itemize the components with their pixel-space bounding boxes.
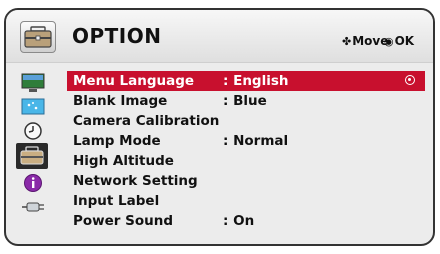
menu-item-label: Lamp Mode (73, 133, 161, 149)
info-icon[interactable] (21, 173, 45, 193)
menu-item-network-setting[interactable]: Network Setting (67, 171, 425, 191)
ok-hint: ◉OK (384, 34, 414, 48)
menu-item-blank-image[interactable]: Blank Image : Blue (67, 91, 425, 111)
four-way-arrow-icon: ✤ (342, 35, 352, 48)
option-category-selected[interactable] (16, 143, 48, 169)
menu-item-label: Network Setting (73, 173, 198, 189)
osd-menu-window: OPTION ✤Move ◉OK Menu Language: English… (4, 8, 435, 246)
menu-item-label: Input Label (73, 193, 160, 209)
menu-item-lamp-mode[interactable]: Lamp Mode : Normal (67, 131, 425, 151)
menu-item-power-sound[interactable]: Power Sound : On (67, 211, 425, 231)
category-sidebar (6, 63, 58, 244)
ok-hint-label: OK (394, 34, 415, 48)
menu-title: OPTION (72, 24, 162, 48)
option-menu-list: Menu Language : English Blank Image : Bl… (67, 63, 425, 244)
screen-icon[interactable] (21, 97, 45, 117)
menu-item-label: Power Sound (73, 213, 174, 229)
menu-item-value: : English (223, 73, 289, 89)
menu-item-input-label[interactable]: Input Label (67, 191, 425, 211)
menu-item-value: : Blue (223, 93, 267, 109)
menu-item-high-altitude[interactable]: High Altitude (67, 151, 425, 171)
clock-icon[interactable] (21, 121, 45, 141)
menu-item-value: : Normal (223, 133, 289, 149)
menu-item-label: Menu Language (73, 73, 195, 89)
select-indicator-icon (405, 75, 415, 85)
menu-item-camera-calibration[interactable]: Camera Calibration (67, 111, 425, 131)
menu-item-label: High Altitude (73, 153, 174, 169)
move-hint-label: Move (352, 34, 389, 48)
menu-header: OPTION ✤Move ◉OK (6, 10, 433, 63)
menu-item-menu-language[interactable]: Menu Language : English (67, 71, 425, 91)
ok-circle-icon: ◉ (384, 35, 394, 48)
option-toolbox-icon (20, 21, 56, 53)
option-toolbox-icon (20, 146, 44, 165)
move-hint: ✤Move (342, 34, 388, 48)
menu-item-value: : On (223, 213, 255, 229)
menu-item-label: Camera Calibration (73, 113, 220, 129)
picture-monitor-icon[interactable] (21, 73, 45, 93)
input-plug-icon[interactable] (21, 197, 45, 217)
menu-item-label: Blank Image (73, 93, 168, 109)
